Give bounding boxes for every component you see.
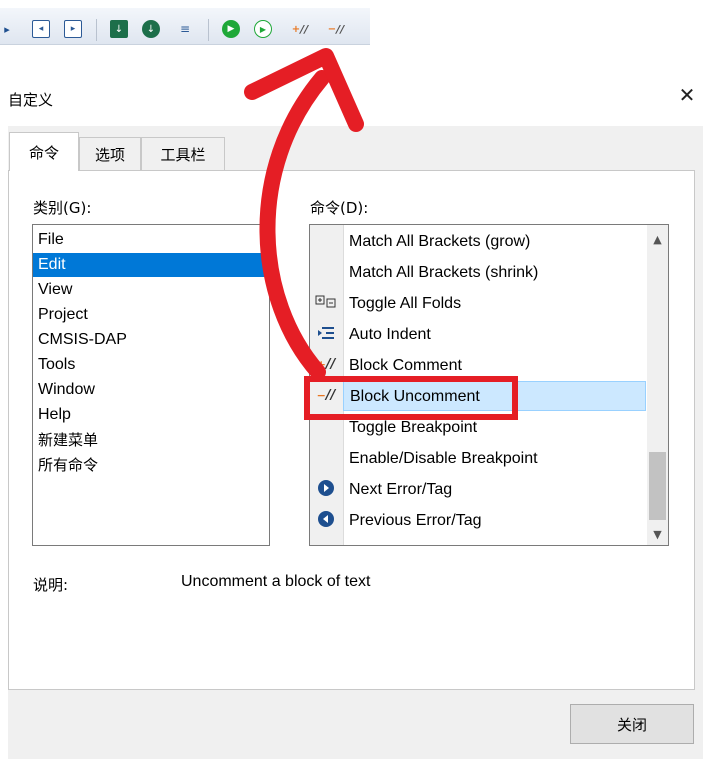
category-item-new-menu[interactable]: 新建菜单 xyxy=(33,428,269,452)
close-icon[interactable]: ✕ xyxy=(676,84,698,106)
previous-arrow-icon xyxy=(314,507,338,531)
category-item-all-commands[interactable]: 所有命令 xyxy=(33,453,269,477)
highlight-box xyxy=(304,376,518,420)
tab-toolbars[interactable]: 工具栏 xyxy=(141,137,225,170)
tab-options[interactable]: 选项 xyxy=(79,137,141,170)
scroll-thumb[interactable] xyxy=(649,452,666,520)
category-item-tools[interactable]: Tools xyxy=(33,353,269,377)
next-arrow-icon xyxy=(314,476,338,500)
block-uncomment-icon[interactable]: −// xyxy=(324,20,348,38)
description-label: 说明: xyxy=(33,576,69,594)
toolbar-separator xyxy=(208,19,209,41)
category-item-file[interactable]: File xyxy=(33,228,269,252)
comment-glyph: // xyxy=(336,22,345,36)
shield-down-icon[interactable]: ↓ xyxy=(142,20,160,38)
download-icon[interactable]: ↓ xyxy=(110,20,128,38)
category-item-edit[interactable]: Edit xyxy=(33,253,269,277)
categories-label: 类别(G): xyxy=(33,199,92,217)
dialog-title-bar xyxy=(8,68,703,126)
category-item-cmsis-dap[interactable]: CMSIS-DAP xyxy=(33,328,269,352)
close-button[interactable]: 关闭 xyxy=(570,704,694,744)
run-icon[interactable]: ▶ xyxy=(222,20,240,38)
commands-label: 命令(D): xyxy=(310,199,369,217)
chevron-right-icon[interactable]: ▸ xyxy=(2,20,12,38)
command-item[interactable]: Next Error/Tag xyxy=(343,475,646,505)
categories-list[interactable]: File Edit View Project CMSIS-DAP Tools W… xyxy=(32,224,270,546)
command-item[interactable]: Match All Brackets (grow) xyxy=(343,227,646,257)
block-comment-icon[interactable]: +// xyxy=(288,20,312,38)
category-item-project[interactable]: Project xyxy=(33,303,269,327)
indent-icon xyxy=(314,321,338,345)
step-forward-icon[interactable]: ▸ xyxy=(64,20,82,38)
command-item[interactable]: Match All Brackets (shrink) xyxy=(343,258,646,288)
step-back-icon[interactable]: ◂ xyxy=(32,20,50,38)
tab-commands[interactable]: 命令 xyxy=(9,132,79,171)
category-item-help[interactable]: Help xyxy=(33,403,269,427)
scroll-down-icon[interactable]: ▼ xyxy=(647,525,668,545)
list-indent-icon[interactable]: ≡ xyxy=(176,20,194,38)
fold-icon xyxy=(314,290,338,314)
toolbar-separator xyxy=(96,19,97,41)
scroll-up-icon[interactable]: ▲ xyxy=(647,230,668,250)
comment-glyph: // xyxy=(325,356,336,372)
command-item[interactable]: Toggle All Folds xyxy=(343,289,646,319)
toolbar-strip: ▸ ◂ ▸ ↓ ↓ ≡ ▶ ▶ +// −// xyxy=(0,8,370,45)
play-icon[interactable]: ▶ xyxy=(254,20,272,38)
category-item-window[interactable]: Window xyxy=(33,378,269,402)
description-text: Uncomment a block of text xyxy=(181,573,371,590)
category-item-view[interactable]: View xyxy=(33,278,269,302)
dialog-title: 自定义 xyxy=(8,91,54,109)
block-comment-icon: +// xyxy=(316,356,336,372)
comment-glyph: // xyxy=(300,22,309,36)
command-item[interactable]: Enable/Disable Breakpoint xyxy=(343,444,646,474)
command-item[interactable]: Previous Error/Tag xyxy=(343,506,646,536)
command-item[interactable]: Auto Indent xyxy=(343,320,646,350)
